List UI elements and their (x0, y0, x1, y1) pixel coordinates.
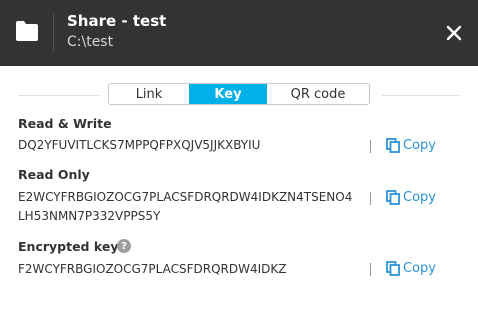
dialog-title: Share - test (67, 12, 167, 30)
tab-bar: Link Key QR code (108, 83, 370, 105)
copy-label: Copy (403, 137, 436, 153)
close-icon[interactable] (441, 20, 467, 46)
copy-icon (386, 137, 400, 153)
copy-separator (370, 192, 371, 205)
copy-encrypted-button[interactable]: Copy (386, 260, 436, 276)
tab-key[interactable]: Key (189, 84, 266, 104)
tab-qr-code[interactable]: QR code (266, 84, 369, 104)
copy-read-only-button[interactable]: Copy (386, 189, 436, 205)
dialog-header: Share - test C:\test (0, 0, 478, 66)
tab-divider-right (382, 95, 460, 96)
copy-separator (370, 140, 371, 153)
tab-link[interactable]: Link (109, 84, 189, 104)
tab-divider-left (18, 95, 100, 96)
read-only-label: Read Only (18, 167, 90, 182)
copy-icon (386, 260, 400, 276)
copy-separator (370, 263, 371, 276)
read-only-key-line1: E2WCYFRBGIOZOCG7PLACSFDRQRDW4IDKZN4TSENO… (18, 190, 353, 204)
encrypted-key-label: Encrypted key (18, 239, 119, 254)
copy-read-write-button[interactable]: Copy (386, 137, 436, 153)
copy-label: Copy (403, 260, 436, 276)
read-write-key: DQ2YFUVITLCKS7MPPQFPXQJV5JJKXBYIU (18, 138, 261, 152)
copy-icon (386, 189, 400, 205)
read-only-key-line2: LH53NMN7P332VPPS5Y (18, 209, 161, 223)
help-icon[interactable]: ? (117, 239, 131, 253)
header-divider (53, 14, 54, 51)
folder-icon (16, 21, 38, 41)
read-write-label: Read & Write (18, 116, 112, 131)
copy-label: Copy (403, 189, 436, 205)
encrypted-key: F2WCYFRBGIOZOCG7PLACSFDRQRDW4IDKZ (18, 262, 287, 276)
folder-path: C:\test (67, 34, 114, 50)
